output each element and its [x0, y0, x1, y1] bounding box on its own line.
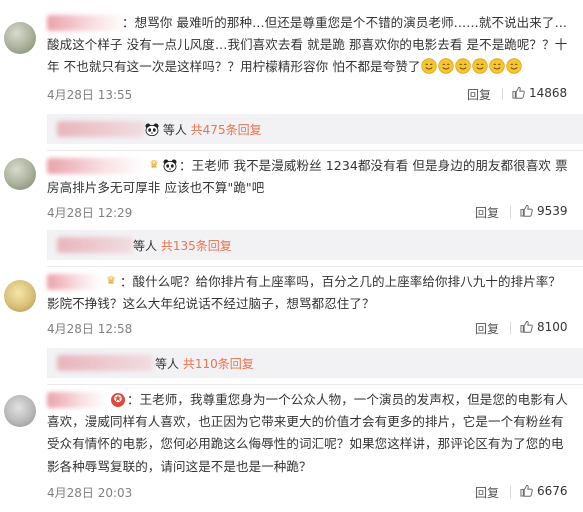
thumbs-up-icon — [520, 484, 533, 497]
replies-summary[interactable]: 等人 共475条回复 — [47, 114, 583, 144]
reply-button[interactable]: 回复 — [475, 320, 499, 337]
reply-count-link[interactable]: 共110条回复 — [183, 357, 254, 371]
thumbs-up-icon — [520, 204, 533, 217]
thumbs-up-icon — [520, 320, 533, 333]
divider — [47, 266, 583, 267]
reply-usernames-blurred — [57, 355, 153, 371]
avatar[interactable] — [4, 158, 36, 190]
divider — [510, 206, 511, 218]
comment-text: ：想骂你 最难听的那种…但还是尊重您是个不错的演员老师……就不说出来了…酸成这个… — [47, 15, 568, 75]
avatar[interactable] — [4, 280, 36, 312]
thumbs-up-icon — [512, 86, 525, 99]
comment-text: ：王老师，我尊重您身为一个公众人物，一个演员的发声权，但是您的电影有人喜欢，漫威… — [47, 392, 569, 474]
comment-date: 4月28日 13:55 — [47, 88, 133, 102]
like-button[interactable]: 14868 — [512, 86, 567, 100]
reply-button[interactable]: 回复 — [467, 86, 491, 103]
divider — [510, 486, 511, 498]
like-count: 6676 — [537, 484, 568, 498]
replies-summary-text[interactable]: 等人 共110条回复 — [155, 355, 254, 372]
smiley-emoji-icon — [454, 58, 471, 75]
avatar[interactable] — [4, 395, 36, 427]
reply-button[interactable]: 回复 — [475, 204, 499, 221]
smiley-emoji-icon — [420, 58, 437, 75]
comment-text: ：王老师 我不是漫威粉丝 1234都没有看 但是身边的朋友都很喜欢 票房高排片多… — [47, 158, 568, 196]
reply-count-link[interactable]: 共135条回复 — [161, 239, 232, 253]
smiley-emoji-icon — [488, 58, 505, 75]
smiley-emoji-icon — [437, 58, 454, 75]
avatar[interactable] — [4, 22, 36, 54]
panda-icon — [145, 123, 159, 136]
reply-usernames-blurred — [57, 121, 145, 137]
reply-count-link[interactable]: 共475条回复 — [191, 123, 262, 137]
comment-date: 4月28日 12:58 — [47, 322, 133, 336]
comment-date: 4月28日 20:03 — [47, 486, 133, 500]
replies-summary-text[interactable]: 等人 共135条回复 — [133, 237, 232, 254]
smiley-emoji-icon — [505, 58, 522, 75]
comment-date: 4月28日 12:29 — [47, 206, 133, 220]
replies-summary[interactable]: 等人 共110条回复 — [47, 348, 583, 378]
comment-text: ：酸什么呢？给你排片有上座率吗，百分之几的上座率给你排八九十的排片率？影院不挣钱… — [47, 274, 562, 312]
like-button[interactable]: 9539 — [520, 204, 568, 218]
like-button[interactable]: 6676 — [520, 484, 568, 498]
divider — [502, 88, 503, 100]
divider — [510, 322, 511, 334]
replies-summary[interactable]: 等人 共135条回复 — [47, 230, 583, 260]
like-count: 9539 — [537, 204, 568, 218]
like-button[interactable]: 8100 — [520, 320, 568, 334]
reply-button[interactable]: 回复 — [475, 484, 499, 501]
divider — [47, 150, 583, 151]
like-count: 14868 — [529, 86, 568, 100]
emoji-row — [420, 58, 523, 75]
divider — [47, 384, 583, 385]
smiley-emoji-icon — [471, 58, 488, 75]
replies-summary-text[interactable]: 等人 共475条回复 — [145, 121, 262, 138]
like-count: 8100 — [537, 320, 568, 334]
reply-usernames-blurred — [57, 237, 133, 253]
